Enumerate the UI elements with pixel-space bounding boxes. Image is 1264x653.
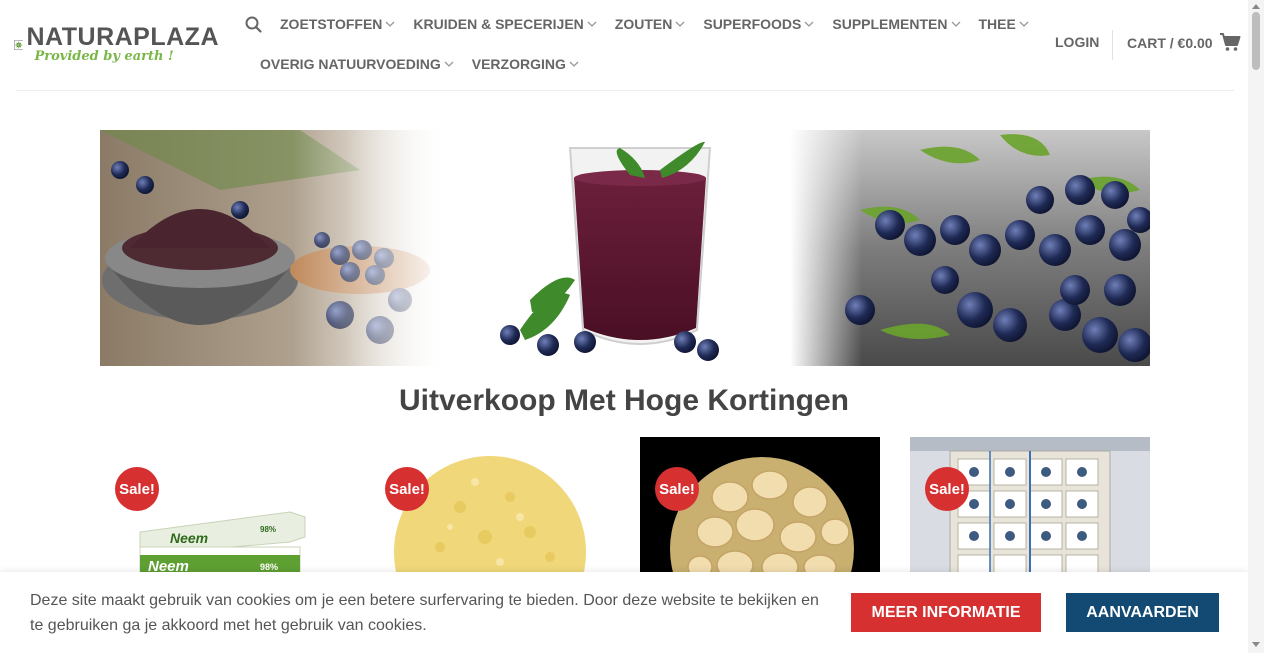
brand-name: NATURAPLAZA <box>26 23 219 51</box>
nav-item-overig-natuurvoeding[interactable]: OVERIG NATUURVOEDING <box>252 56 464 72</box>
scrollbar-thumb[interactable] <box>1252 12 1260 70</box>
sale-badge: Sale! <box>655 467 699 511</box>
nav-item-thee[interactable]: THEE <box>971 16 1039 32</box>
cart-icon <box>1219 33 1241 51</box>
nav-item-label: SUPPLEMENTEN <box>832 16 948 32</box>
site-header: NATURAPLAZA Provided by earth ! ZOETSTOF… <box>0 0 1248 91</box>
svg-text:98%: 98% <box>260 525 276 534</box>
chevron-down-icon <box>804 21 814 27</box>
nav-item-verzorging[interactable]: VERZORGING <box>464 56 589 72</box>
nav-item-label: THEE <box>978 16 1016 32</box>
product-card[interactable]: Sale! <box>910 437 1150 577</box>
product-card[interactable]: Sale! Neem Neem 98% 98% <box>100 437 340 577</box>
nav-item-supplementen[interactable]: SUPPLEMENTEN <box>824 16 970 32</box>
cart-link[interactable]: CART / €0.00 <box>1127 33 1241 52</box>
nav-item-label: OVERIG NATUURVOEDING <box>260 56 441 72</box>
nav-item-label: SUPERFOODS <box>703 16 802 32</box>
page-scrollbar[interactable] <box>1248 0 1264 653</box>
header-separator <box>16 90 1234 91</box>
product-card[interactable]: Sale! <box>370 437 610 577</box>
sale-badge: Sale! <box>115 467 159 511</box>
nav-item-label: KRUIDEN & SPECERIJEN <box>413 16 584 32</box>
product-card[interactable]: Sale! <box>640 437 880 577</box>
cookie-banner: Deze site maakt gebruik van cookies om j… <box>0 572 1248 653</box>
search-icon <box>245 16 262 33</box>
nav-item-zoetstoffen[interactable]: ZOETSTOFFEN <box>272 16 405 32</box>
chevron-down-icon <box>385 21 395 27</box>
brand-tagline: Provided by earth ! <box>34 49 174 64</box>
chevron-down-icon <box>444 61 454 67</box>
scroll-down-arrow-icon[interactable] <box>1252 642 1260 648</box>
chevron-down-icon <box>587 21 597 27</box>
login-link[interactable]: LOGIN <box>1055 34 1099 50</box>
more-info-button[interactable]: MEER INFORMATIE <box>851 593 1041 632</box>
cart-label: CART / €0.00 <box>1127 35 1213 51</box>
nav-item-label: ZOETSTOFFEN <box>280 16 383 32</box>
site-logo[interactable]: NATURAPLAZA Provided by earth ! <box>14 22 219 68</box>
search-button[interactable] <box>240 11 266 37</box>
chevron-down-icon <box>569 61 579 67</box>
accept-cookies-button[interactable]: AANVAARDEN <box>1066 593 1219 632</box>
sale-badge: Sale! <box>925 467 969 511</box>
svg-text:Neem: Neem <box>170 530 208 546</box>
nav-row-2: OVERIG NATUURVOEDING VERZORGING <box>252 40 589 88</box>
chevron-down-icon <box>1019 21 1029 27</box>
svg-text:98%: 98% <box>260 562 278 572</box>
hero-banner-image <box>100 130 1150 366</box>
sale-badge: Sale! <box>385 467 429 511</box>
cookie-message: Deze site maakt gebruik van cookies om j… <box>30 592 819 634</box>
nav-item-kruiden-specerijen[interactable]: KRUIDEN & SPECERIJEN <box>405 16 606 32</box>
nav-item-label: ZOUTEN <box>614 16 673 32</box>
chevron-down-icon <box>951 21 960 27</box>
leaf-logo-icon <box>14 40 24 50</box>
nav-item-zouten[interactable]: ZOUTEN <box>607 16 696 32</box>
chevron-down-icon <box>675 21 685 27</box>
nav-item-label: VERZORGING <box>471 56 566 72</box>
section-title: Uitverkoop Met Hoge Kortingen <box>398 384 849 417</box>
hero-banner[interactable] <box>100 130 1150 366</box>
nav-item-superfoods[interactable]: SUPERFOODS <box>695 16 824 32</box>
scroll-up-arrow-icon[interactable] <box>1252 3 1260 9</box>
header-divider <box>1112 30 1113 60</box>
